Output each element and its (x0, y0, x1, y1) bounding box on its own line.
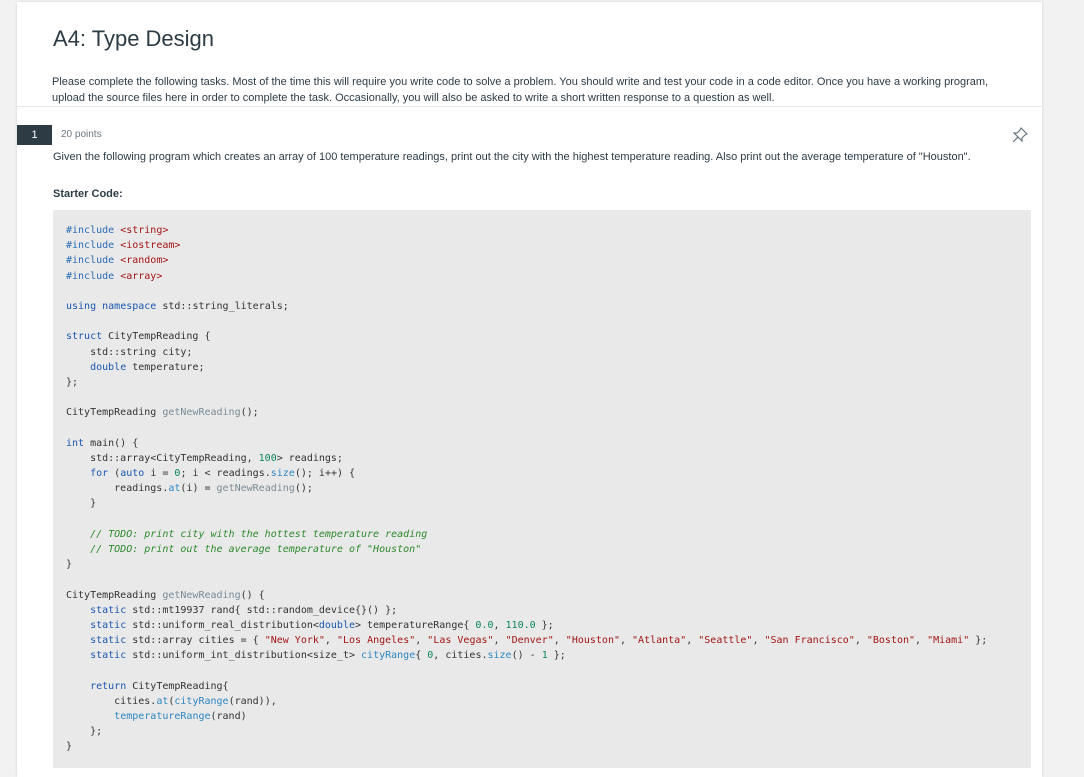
code-line: double temperature; (90, 361, 205, 373)
code-line: static std::array cities = { "New York",… (90, 635, 988, 647)
code-line: std::string city; (66, 346, 193, 358)
code-listing: #include <string> #include <iostream> #inc… (66, 223, 987, 755)
code-line: #include <array> (66, 270, 163, 282)
code-line: }; (66, 376, 79, 388)
code-line: static std::uniform_int_distribution<siz… (90, 650, 566, 662)
code-line: std::array<CityTempReading, 100> reading… (66, 452, 343, 464)
code-line: // TODO: print city with the hottest tem… (66, 528, 428, 540)
code-line: } (66, 741, 73, 753)
code-line: } (66, 498, 97, 510)
code-line: struct CityTempReading { (66, 331, 211, 343)
pin-icon[interactable] (1011, 126, 1029, 144)
code-line: cities.at(cityRange(rand)), (66, 695, 277, 707)
code-line: #include <string> (66, 225, 169, 236)
question-points: 20 points (61, 129, 102, 140)
code-line: #include <random> (66, 255, 169, 267)
code-line: #include <iostream> (66, 240, 181, 252)
code-line: readings.at(i) = getNewReading(); (66, 483, 313, 495)
code-line: static std::uniform_real_distribution<do… (90, 619, 554, 631)
starter-code-label: Starter Code: (53, 188, 123, 200)
code-line: return CityTempReading{ (90, 680, 229, 692)
code-line: int main() { (66, 437, 139, 449)
code-line: CityTempReading getNewReading() { (66, 589, 265, 601)
code-line: temperatureRange(rand) (114, 711, 247, 722)
code-line: static std::mt19937 rand{ std::random_de… (90, 604, 398, 616)
code-line: for (auto i = 0; i < readings.size(); i+… (90, 468, 356, 479)
question-text: Given the following program which create… (53, 151, 971, 163)
code-line: } (66, 559, 73, 571)
code-line: }; (66, 726, 103, 738)
code-block: #include <string> #include <iostream> #inc… (53, 210, 1031, 768)
code-line: using namespace std::string_literals; (66, 300, 289, 312)
code-line: CityTempReading getNewReading(); (66, 407, 259, 419)
assignment-intro: Please complete the following tasks. Mos… (52, 76, 989, 104)
divider (17, 106, 1042, 107)
assignment-page: A4: Type Design Please complete the foll… (17, 2, 1042, 777)
page-title: A4: Type Design (53, 26, 215, 51)
code-line: // TODO: print out the average temperatu… (66, 543, 422, 555)
question-number-badge: 1 (17, 125, 52, 145)
